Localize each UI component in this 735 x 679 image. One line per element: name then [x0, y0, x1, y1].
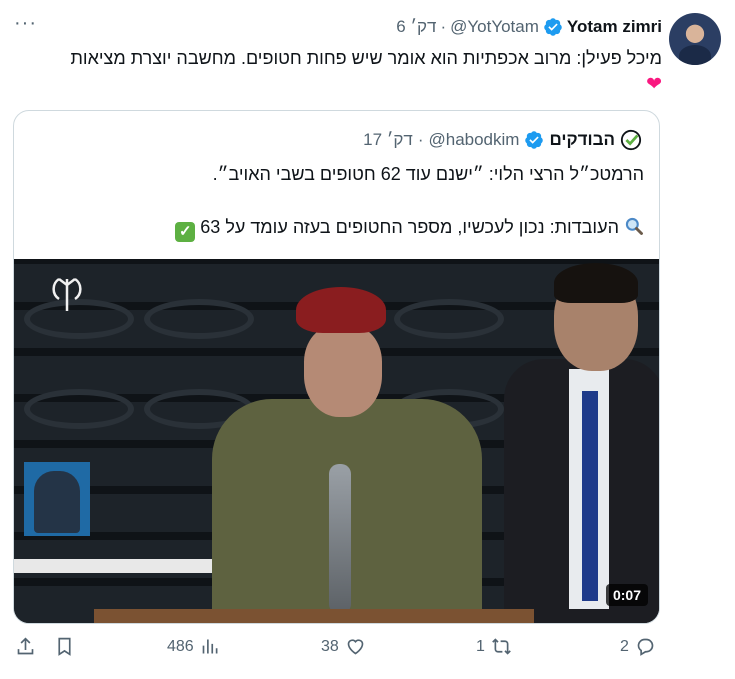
display-name[interactable]: Yotam zimri	[567, 17, 662, 37]
tweet[interactable]: ··· Yotam zimri @YotYotam · 6 דק׳ מיכל פ…	[0, 0, 735, 679]
quote-text-line1: הרמטכ״ל הרצי הלוי: ״ישנם עוד 62 חטופים ב…	[212, 164, 644, 184]
quote-header: הבודקים @habodkim · 17 דק׳	[363, 129, 642, 151]
share-icon	[17, 637, 34, 655]
video-duration: 0:07	[605, 584, 648, 606]
retweet-icon	[492, 638, 511, 655]
person-right-hair	[554, 263, 638, 303]
like-button[interactable]: 38	[321, 636, 366, 657]
verified-icon	[544, 18, 562, 36]
tweet-header: Yotam zimri @YotYotam · 6 דק׳	[396, 14, 662, 40]
wall-decoration	[394, 299, 504, 339]
views-icon	[202, 639, 218, 654]
views-count: 486	[167, 637, 194, 655]
microphone	[329, 464, 351, 614]
like-icon	[347, 639, 364, 655]
quote-text-facts: העובדות: נכון לעכשיו, מספר החטופים בעזה …	[200, 217, 619, 237]
video-player[interactable]: 0:07	[14, 259, 659, 623]
lectern	[94, 609, 534, 623]
wall-decoration	[24, 389, 134, 429]
bookmark-icon	[58, 637, 71, 656]
reply-button[interactable]: 2	[620, 636, 656, 657]
speaker-beret	[296, 287, 386, 333]
separator-dot: ·	[440, 17, 447, 36]
tweet-text: מיכל פעילן: מרוב אכפתיות הוא אומר שיש פח…	[62, 45, 662, 98]
avatar[interactable]	[669, 13, 721, 65]
quote-timestamp: 17 דק׳	[363, 130, 413, 149]
heart-emoji: ❤	[646, 74, 662, 95]
handle[interactable]: @YotYotam	[450, 17, 539, 37]
bookmark-button[interactable]	[54, 636, 75, 657]
separator-dot: ·	[417, 130, 424, 149]
checkmark-logo-icon	[620, 129, 642, 151]
share-button[interactable]	[15, 636, 36, 657]
quote-text-line2: העובדות: נכון לעכשיו, מספר החטופים בעזה …	[24, 215, 644, 242]
action-bar: 2 1 38 486	[0, 636, 735, 668]
railing	[14, 559, 224, 573]
timestamp[interactable]: 6 דק׳	[396, 17, 436, 37]
check-emoji: ✓	[175, 222, 196, 242]
more-icon[interactable]: ···	[14, 12, 37, 35]
quote-handle: @habodkim	[428, 130, 520, 149]
quoted-tweet-card[interactable]: הבודקים @habodkim · 17 דק׳ הרמטכ״ל הרצי …	[13, 110, 660, 624]
reply-icon	[637, 638, 654, 656]
like-count: 38	[321, 637, 339, 655]
magnifier-icon	[625, 217, 643, 235]
wall-decoration	[144, 299, 254, 339]
views-button[interactable]: 486	[167, 636, 221, 657]
reply-count: 2	[620, 637, 629, 655]
broadcast-logo-icon	[52, 277, 82, 311]
verified-icon	[525, 131, 544, 149]
tweet-text-content: מיכל פעילן: מרוב אכפתיות הוא אומר שיש פח…	[70, 48, 662, 68]
speaker-head	[304, 325, 382, 417]
quote-display-name[interactable]: הבודקים	[549, 130, 615, 150]
person-right-tie	[582, 391, 598, 601]
retweet-count: 1	[476, 637, 485, 655]
sign-language-interpreter	[34, 471, 80, 533]
retweet-button[interactable]: 1	[476, 636, 512, 657]
